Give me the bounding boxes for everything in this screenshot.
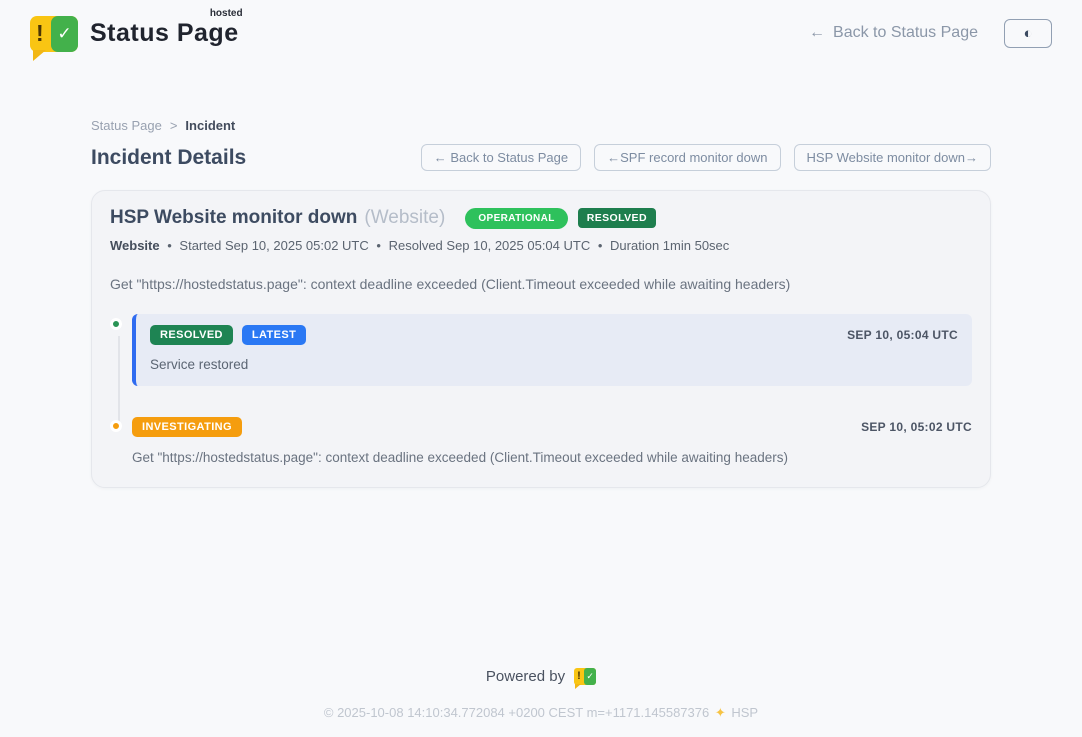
resolved-status-badge: RESOLVED: [150, 325, 233, 345]
powered-by: Powered by ! ✓: [486, 668, 596, 685]
incident-description: Get "https://hostedstatus.page": context…: [110, 276, 972, 292]
prev-incident-button[interactable]: ←SPF record monitor down: [594, 144, 780, 171]
back-to-status-page-link[interactable]: ← Back to Status Page: [809, 24, 978, 42]
check-icon: ✓: [57, 24, 71, 44]
left-arrow-icon: ←: [809, 24, 825, 42]
incident-nav: ← Back to Status Page ←SPF record monito…: [421, 144, 991, 171]
back-link-label: Back to Status Page: [833, 24, 978, 42]
timeline-entry-card: RESOLVED LATEST SEP 10, 05:04 UTC Servic…: [132, 314, 972, 386]
meta-resolved: Resolved Sep 10, 2025 05:04 UTC: [389, 238, 591, 253]
entry-timestamp: SEP 10, 05:04 UTC: [847, 328, 958, 342]
meta-duration: Duration 1min 50sec: [610, 238, 729, 253]
exclamation-icon: !: [577, 670, 581, 682]
status-page-logo-icon: ! ✓: [30, 16, 78, 52]
logo-hosted-label: hosted: [210, 8, 243, 19]
breadcrumb-incident: Incident: [185, 118, 235, 133]
hsp-logo-icon: ! ✓: [574, 668, 596, 685]
orange-dot-icon: [110, 420, 122, 432]
footer: Powered by ! ✓ © 2025-10-08 14:10:34.772…: [91, 668, 991, 721]
logo-text: Status Page: [90, 19, 239, 47]
meta-component: Website: [110, 238, 160, 253]
incident-meta: Website • Started Sep 10, 2025 05:02 UTC…: [110, 238, 972, 253]
copyright: © 2025-10-08 14:10:34.772084 +0200 CEST …: [91, 705, 991, 721]
powered-by-label: Powered by: [486, 668, 565, 685]
entry-timestamp: SEP 10, 05:02 UTC: [861, 420, 972, 434]
investigating-status-badge: INVESTIGATING: [132, 417, 242, 437]
page-title: Incident Details: [91, 146, 246, 170]
green-dot-icon: [110, 318, 122, 330]
header: ! ✓ Status Page hosted ← Back to Status …: [0, 0, 1082, 52]
check-icon: ✓: [586, 671, 594, 682]
entry-message: Get "https://hostedstatus.page": context…: [132, 450, 972, 465]
breadcrumb: Status Page > Incident: [91, 118, 991, 133]
resolved-badge: RESOLVED: [578, 208, 656, 228]
sparkle-icon: ✦: [715, 705, 726, 720]
entry-message: Service restored: [150, 357, 958, 372]
next-incident-button[interactable]: HSP Website monitor down→: [794, 144, 991, 171]
breadcrumb-separator: >: [170, 118, 178, 133]
incident-timeline: RESOLVED LATEST SEP 10, 05:04 UTC Servic…: [110, 314, 972, 465]
theme-toggle-button[interactable]: ◐: [1004, 19, 1052, 48]
app-logo[interactable]: ! ✓ Status Page hosted: [30, 14, 239, 52]
copyright-text: © 2025-10-08 14:10:34.772084 +0200 CEST …: [324, 705, 709, 720]
timeline-entry-investigating: INVESTIGATING SEP 10, 05:02 UTC Get "htt…: [110, 416, 972, 465]
half-circle-theme-icon: ◐: [1023, 26, 1032, 41]
operational-badge: OPERATIONAL: [465, 208, 567, 229]
back-to-status-page-button[interactable]: ← Back to Status Page: [421, 144, 581, 171]
breadcrumb-status-page[interactable]: Status Page: [91, 118, 162, 133]
latest-badge: LATEST: [242, 325, 306, 345]
incident-title: HSP Website monitor down: [110, 207, 357, 229]
meta-started: Started Sep 10, 2025 05:02 UTC: [179, 238, 368, 253]
timeline-entry-resolved: RESOLVED LATEST SEP 10, 05:04 UTC Servic…: [110, 314, 972, 386]
exclamation-icon: !: [36, 20, 44, 47]
incident-card: HSP Website monitor down (Website) OPERA…: [91, 190, 991, 488]
brand-label: HSP: [731, 705, 758, 720]
incident-component: (Website): [364, 207, 445, 229]
